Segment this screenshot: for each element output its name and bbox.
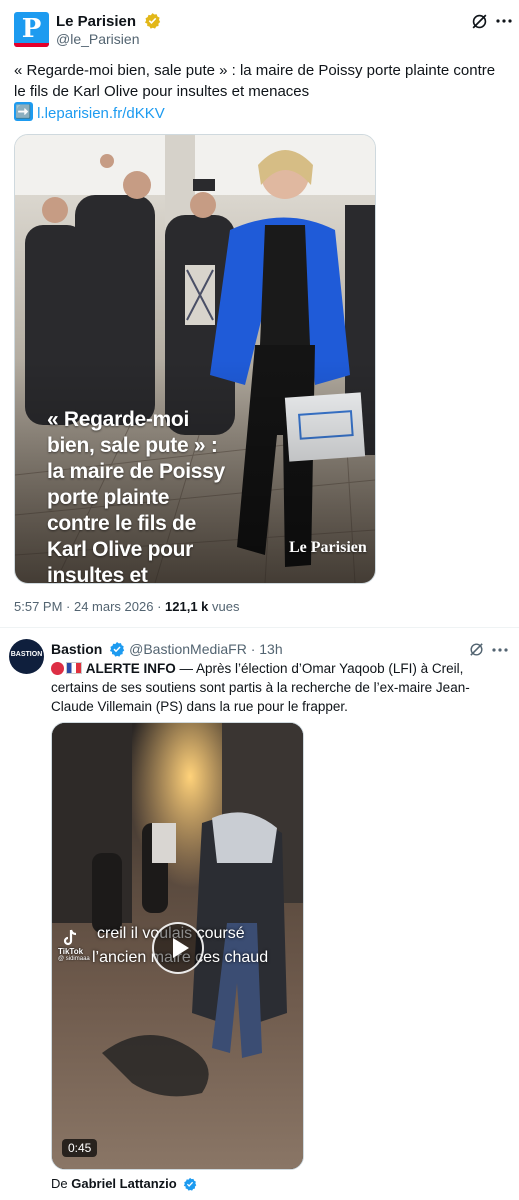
alert-label: ALERTE INFO: [85, 661, 176, 676]
account-name[interactable]: Bastion: [51, 641, 102, 657]
more-icon[interactable]: [492, 645, 508, 655]
account-handle[interactable]: @le_Parisien: [56, 31, 139, 47]
arrow-right-emoji: ➡️: [14, 102, 33, 121]
tweet-time[interactable]: · 13h: [251, 641, 283, 657]
article-link[interactable]: l.leparisien.fr/dKKV: [37, 105, 165, 122]
france-flag-emoji: [66, 662, 82, 674]
verified-badge-icon: [110, 642, 125, 657]
tiktok-handle: @ sidimaaa: [58, 956, 90, 962]
views-label: vues: [208, 599, 240, 614]
play-icon: [173, 938, 189, 958]
play-button[interactable]: [152, 922, 204, 974]
verified-badge-icon: [184, 1177, 197, 1191]
avatar-text: BASTION: [10, 651, 43, 658]
image-watermark: Le Parisien: [289, 539, 367, 556]
avatar-logo-letter: P: [21, 14, 42, 44]
avatar[interactable]: P: [14, 12, 49, 47]
tiktok-label: TikTok: [58, 947, 84, 956]
tiktok-icon: [63, 929, 77, 946]
account-name[interactable]: Le Parisien: [56, 13, 136, 30]
views-count: 121,1 k: [165, 599, 209, 614]
avatar[interactable]: BASTION: [9, 639, 44, 674]
avatar-stripe: [14, 43, 49, 47]
red-circle-emoji: [51, 662, 64, 675]
tweet-text: ALERTE INFO — Après l’élection d’Omar Ya…: [51, 659, 511, 716]
tweet-image[interactable]: « Regarde-moi bien, sale pute » : la mai…: [14, 134, 376, 584]
credit-name[interactable]: Gabriel Lattanzio: [71, 1176, 176, 1191]
grok-icon[interactable]: [470, 12, 489, 31]
tiktok-watermark: TikTok @ sidimaaa: [58, 929, 90, 962]
grok-icon[interactable]: [468, 641, 485, 658]
account-handle[interactable]: @BastionMediaFR: [129, 641, 247, 657]
divider: [0, 627, 519, 628]
tweet-video[interactable]: creil il voulais coursé l’ancien maire c…: [51, 722, 304, 1170]
credit-prefix: De: [51, 1176, 72, 1191]
tweet-timestamp[interactable]: 5:57 PM · 24 mars 2026 ·: [14, 599, 165, 614]
more-icon[interactable]: [496, 16, 512, 26]
image-overlay-text: « Regarde-moi bien, sale pute » : la mai…: [47, 408, 225, 584]
video-duration: 0:45: [62, 1139, 98, 1157]
verified-badge-icon: [144, 13, 160, 29]
tweet-text: « Regarde-moi bien, sale pute » : la mai…: [14, 62, 496, 100]
